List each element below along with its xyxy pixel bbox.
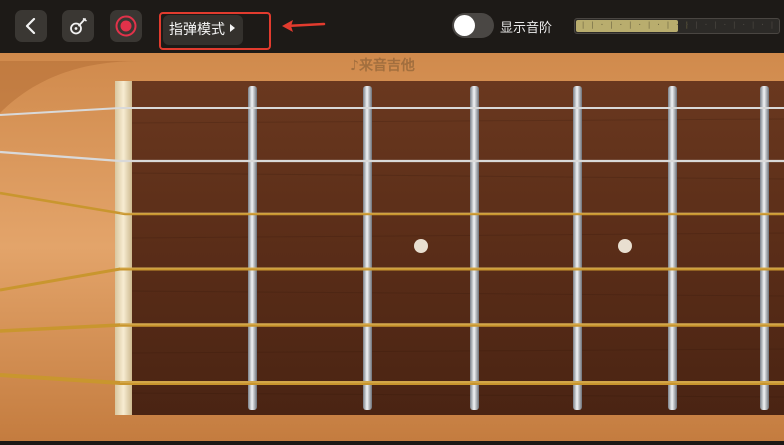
- show-scale-label: 显示音阶: [500, 21, 553, 36]
- fret-6: [760, 86, 769, 410]
- minimap-ticks-right: · | · | · | · | · |: [685, 21, 775, 29]
- minimap-ticks: | | · | · | · | · | · |: [581, 21, 690, 29]
- guitar-nut: [115, 81, 132, 415]
- highlight-box: [159, 12, 271, 50]
- fretboard[interactable]: [130, 81, 784, 415]
- fret-3: [470, 86, 479, 410]
- guitar-neck[interactable]: [0, 53, 784, 441]
- music-note-icon: ♪: [350, 58, 359, 74]
- fret-5: [668, 86, 677, 410]
- inlay-dot: [618, 239, 632, 253]
- show-scale-toggle[interactable]: [452, 13, 494, 38]
- brand-logo: ♪来音吉他: [350, 55, 415, 75]
- guitar-icon: [68, 16, 88, 36]
- fret-2: [363, 86, 372, 410]
- fretboard-minimap[interactable]: | | · | · | · | · | · | · | · | · | · | …: [574, 18, 780, 34]
- inlay-dot: [414, 239, 428, 253]
- record-icon: [115, 15, 137, 37]
- record-button[interactable]: [110, 10, 142, 42]
- arrow-left-icon: [280, 18, 328, 38]
- fret-4: [573, 86, 582, 410]
- brand-text: 来音吉他: [358, 58, 415, 74]
- toggle-knob: [454, 15, 475, 36]
- chevron-left-icon: [24, 18, 38, 34]
- fret-1: [248, 86, 257, 410]
- back-button[interactable]: [15, 10, 47, 42]
- guitar-button[interactable]: [62, 10, 94, 42]
